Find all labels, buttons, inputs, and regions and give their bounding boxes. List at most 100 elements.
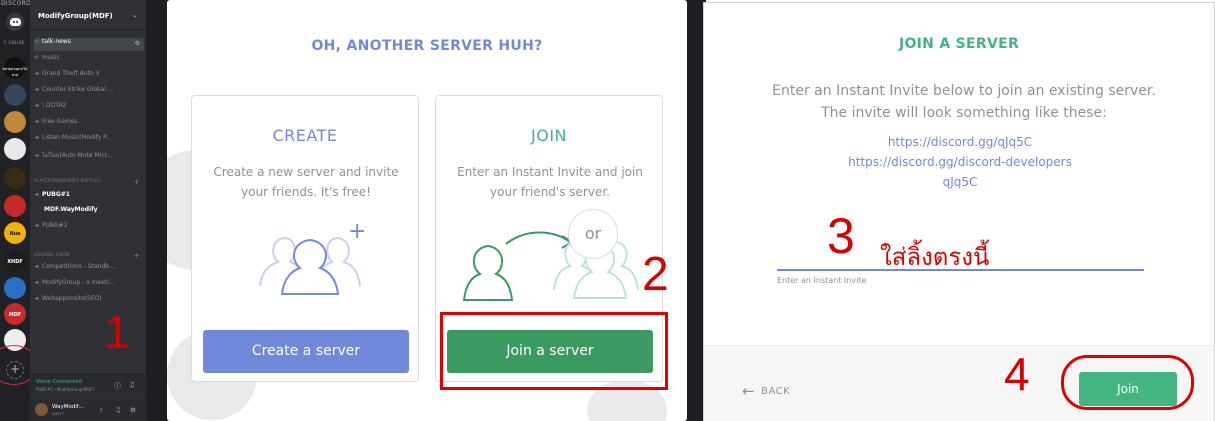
category-label: LOCKING ROOM <box>34 253 70 258</box>
channel-sidebar: ModifyGroup(MDF) ⌄ # talk-news ⚙ # music ◄… <box>30 0 146 421</box>
voice-channel[interactable]: ◄ Listen Music(Modify P... <box>34 134 144 147</box>
annotation-box <box>440 312 668 390</box>
join-server-modal: JOIN A SERVER Enter an Instant Invite be… <box>703 2 1215 421</box>
annotation-circle <box>1061 355 1194 410</box>
headphones-icon[interactable]: ♫ <box>115 406 121 414</box>
avatar[interactable] <box>35 403 48 416</box>
server-icon[interactable] <box>4 138 26 160</box>
join-title: JOIN <box>531 126 567 145</box>
channel-label: Competitions - Standb... <box>42 263 115 270</box>
hash-icon: # <box>34 54 40 61</box>
step-1-annotation: 1 <box>104 306 130 358</box>
voice-channel[interactable]: ◄ PUBG#1 <box>34 191 144 204</box>
signal-icon[interactable]: ⓘ <box>114 381 121 391</box>
voice-channel[interactable]: ◄ ModifyGroup - a meeti... <box>34 279 144 292</box>
server-icon[interactable] <box>4 277 26 299</box>
invite-example: https://discord.gg/qJq5C <box>887 135 1033 149</box>
channel-label: Listen Music(Modify P... <box>42 134 112 141</box>
channel-label: PUBG#1 <box>42 191 70 198</box>
create-server-icon: + <box>259 220 366 295</box>
server-icon[interactable] <box>4 84 26 106</box>
join-description: Enter an Instant Invite below to join an… <box>772 83 1156 121</box>
invite-input-label: Enter an Instant Invite <box>777 276 867 285</box>
voice-channel[interactable]: ◄ Counter-Strike Global ... <box>34 86 144 99</box>
speaker-icon: ◄ <box>34 263 39 270</box>
server-label: สหายตายยากไม่ตาย <box>2 67 28 77</box>
create-title: CREATE <box>272 126 338 145</box>
user-panel: WayModif... #4577 ♮ ♫ ⚙ <box>30 397 146 421</box>
channel-label: talk-news <box>42 38 71 45</box>
join-description: Enter an Instant Invite and join your fr… <box>457 165 643 199</box>
chevron-down-icon: ⌄ <box>132 11 138 19</box>
settings-icon[interactable]: ⚙ <box>130 406 136 414</box>
channel-music[interactable]: # music <box>34 54 144 67</box>
invite-input-value: ใส่ลิ้งตรงนี้ <box>880 243 990 271</box>
modal-title: JOIN A SERVER <box>898 36 1020 52</box>
server-icon[interactable] <box>4 111 26 133</box>
disconnect-icon[interactable]: ♫ <box>129 381 135 389</box>
voice-member[interactable]: MDF.WayModify <box>44 206 98 213</box>
voice-status: Voice Connected <box>36 379 83 385</box>
server-label: XHDF <box>7 259 23 265</box>
arrow-left-icon: ← <box>742 382 756 400</box>
voice-channel-info: PUBG#1 / ModifyGroup(MDF) <box>36 387 95 392</box>
add-channel-icon[interactable]: + <box>133 177 140 186</box>
svg-text:+: + <box>348 220 366 244</box>
speaker-icon: ◄ <box>34 102 39 109</box>
category-pubg[interactable]: PLAYERUNKNOWN'S BATTLEG... + <box>34 177 144 186</box>
category-label: PLAYERUNKNOWN'S BATTLEG... <box>34 179 105 184</box>
speaker-icon: ◄ <box>34 134 39 141</box>
invite-example: qJq5C <box>942 175 978 189</box>
channel-talk-news[interactable]: # talk-news ⚙ <box>34 38 144 51</box>
category-locking-room[interactable]: LOCKING ROOM + <box>34 251 144 260</box>
speaker-icon: ◄ <box>34 86 39 93</box>
add-channel-icon[interactable]: + <box>133 251 140 260</box>
server-icon[interactable] <box>4 195 26 217</box>
step-2-annotation: 2 <box>642 248 669 301</box>
back-button[interactable]: ← BACK <box>742 382 790 400</box>
server-label: Nua <box>9 231 21 237</box>
server-label: MDF <box>8 312 22 318</box>
channel-label: ModifyGroup - a meeti... <box>42 279 115 286</box>
speaker-icon: ◄ <box>34 222 39 229</box>
channel-label: Free Games <box>42 118 78 125</box>
voice-channel[interactable]: ◄ \ DOTA2 <box>34 102 144 115</box>
create-card: CREATE Create a new server and invite yo… <box>191 95 419 382</box>
server-header[interactable]: ModifyGroup(MDF) ⌄ <box>30 0 146 30</box>
speaker-icon: ◄ <box>34 191 39 198</box>
channel-label: PUBG#2 <box>42 222 68 229</box>
speaker-icon: ◄ <box>34 295 39 302</box>
server-name: ModifyGroup(MDF) <box>38 12 113 20</box>
channel-label: ไม่ใมย(Auto Mute Micr... <box>42 152 113 159</box>
create-server-button[interactable]: Create a server <box>203 330 409 373</box>
channel-label: music <box>42 54 60 61</box>
create-description: Create a new server and invite your frie… <box>213 165 399 199</box>
voice-channel[interactable]: ◄ ไม่ใมย(Auto Mute Micr... <box>34 150 144 163</box>
channel-label: \ DOTA2 <box>42 102 67 109</box>
online-count: 5 ONLINE <box>4 40 25 45</box>
speaker-icon: ◄ <box>34 152 39 159</box>
channel-label: Webapponsite(SEO) <box>42 295 102 302</box>
voice-channel[interactable]: ◄ Competitions - Standb... <box>34 263 144 276</box>
voice-channel[interactable]: ◄ Grand Theft Auto V <box>34 70 144 83</box>
channel-settings-icon[interactable]: ⚙ <box>135 40 140 47</box>
step-4-annotation: 4 <box>1004 348 1030 400</box>
back-label: BACK <box>761 386 791 397</box>
voice-connected-panel: Voice Connected PUBG#1 / ModifyGroup(MDF… <box>30 374 146 396</box>
voice-channel[interactable]: ◄ Free Games <box>34 118 144 131</box>
speaker-icon: ◄ <box>34 118 39 125</box>
discord-brand-label: DISCORD <box>1 0 31 7</box>
speaker-icon: ◄ <box>34 279 39 286</box>
hash-icon: # <box>34 38 40 45</box>
username: WayModif... <box>52 404 84 410</box>
server-icon[interactable] <box>4 167 26 189</box>
voice-channel[interactable]: ◄ PUBG#2 <box>34 222 144 235</box>
discord-client: DISCORD 5 ONLINE สหายตายยากไม่ตาย Nua XH… <box>0 0 146 421</box>
microphone-icon[interactable]: ♮ <box>100 406 102 414</box>
create-or-join-modal: OH, ANOTHER SERVER HUH? CREATE Create a … <box>167 0 687 421</box>
channel-label: Grand Theft Auto V <box>42 70 100 77</box>
user-tag: #4577 <box>52 412 64 416</box>
invite-example: https://discord.gg/discord-developers <box>848 155 1072 169</box>
discord-home-icon[interactable] <box>6 13 24 31</box>
or-divider: or <box>568 209 618 259</box>
